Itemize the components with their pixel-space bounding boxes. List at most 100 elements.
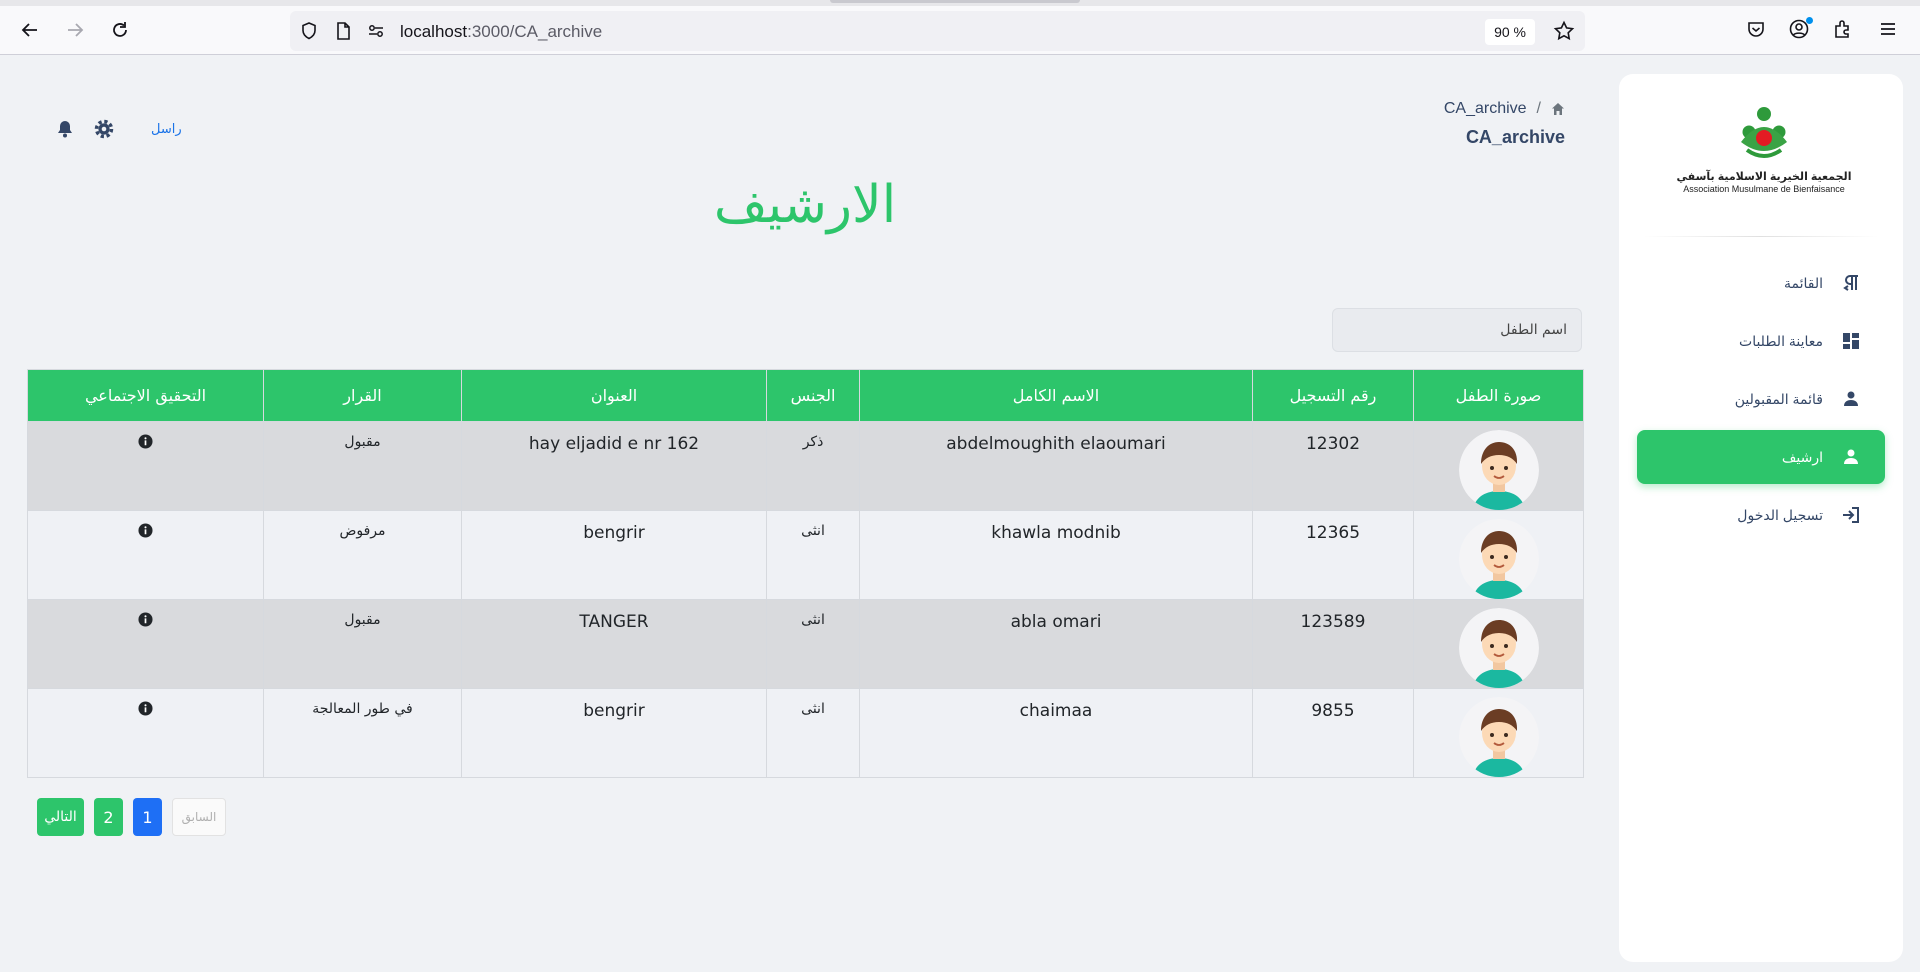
info-icon[interactable] [138, 523, 153, 538]
sidebar-item-requests[interactable]: معاينة الطلبات [1637, 314, 1885, 368]
full-name-cell: abdelmoughith elaoumari [859, 421, 1253, 511]
sidebar-item-menu[interactable]: القائمة [1637, 256, 1885, 310]
gender-cell: انثى [766, 510, 860, 600]
logo-emblem [1741, 107, 1787, 158]
decision-cell: مقبول [263, 421, 462, 511]
social-inquiry-cell [27, 599, 264, 689]
decision-cell: مقبول [263, 599, 462, 689]
page-2-button[interactable]: 2 [94, 798, 123, 836]
sidebar-item-archive[interactable]: ارشيف [1637, 430, 1885, 484]
bookmark-star-icon[interactable] [1553, 20, 1575, 42]
sidebar-item-label: القائمة [1784, 274, 1823, 291]
column-header-photo: صورة الطفل [1413, 369, 1584, 422]
url-path: :3000/CA_archive [467, 22, 603, 41]
next-page-button[interactable]: التالي [37, 798, 84, 836]
address-cell: bengrir [461, 510, 767, 600]
shield-icon[interactable] [299, 21, 319, 41]
breadcrumb-separator: / [1536, 100, 1541, 117]
url-text[interactable]: localhost:3000/CA_archive [400, 22, 602, 42]
column-header-address: العنوان [461, 369, 767, 422]
logo-caption-arabic: الجمعية الخيرية الاسلامية بآسفي [1676, 171, 1852, 183]
notification-dot [1806, 17, 1813, 24]
page-icon[interactable] [333, 21, 353, 41]
home-icon[interactable] [1551, 102, 1565, 116]
table-row: 9855 chaimaa انثى bengrir في طور المعالج… [27, 688, 1584, 778]
sidebar-item-label: معاينة الطلبات [1739, 332, 1823, 349]
back-icon[interactable] [16, 16, 44, 44]
child-avatar [1458, 519, 1539, 599]
column-header-gender: الجنس [766, 369, 860, 422]
reload-icon[interactable] [106, 16, 134, 44]
registration-cell: 123589 [1252, 599, 1414, 689]
page-1-button[interactable]: 1 [133, 798, 162, 836]
sidebar-item-label: تسجيل الدخول [1737, 506, 1823, 523]
gender-cell: ذكر [766, 421, 860, 511]
association-logo[interactable]: الجمعية الخيرية الاسلامية بآسفي Associat… [1669, 102, 1859, 197]
info-icon[interactable] [138, 612, 153, 627]
tab-strip [0, 0, 1920, 6]
table-header-row: صورة الطفل رقم التسجيل الاسم الكامل الجن… [27, 369, 1584, 422]
page-title: الارشيف [713, 175, 897, 235]
decision-cell: في طور المعالجة [263, 688, 462, 778]
person-icon [1841, 389, 1861, 409]
registration-cell: 9855 [1252, 688, 1414, 778]
header-tools: راسل [55, 118, 182, 140]
column-header-decision: القرار [263, 369, 462, 422]
dashboard-icon [1841, 331, 1861, 351]
previous-page-button[interactable]: السابق [172, 798, 226, 836]
info-icon[interactable] [138, 701, 153, 716]
sidebar: الجمعية الخيرية الاسلامية بآسفي Associat… [1619, 74, 1903, 962]
breadcrumb-current: CA_archive [1443, 100, 1527, 117]
page-subtitle: CA_archive [1465, 127, 1565, 147]
zoom-badge[interactable]: 90 % [1485, 19, 1535, 45]
extensions-icon[interactable] [1832, 18, 1856, 42]
child-name-search-input[interactable] [1332, 308, 1582, 352]
browser-toolbar: localhost:3000/CA_archive 90 % [0, 0, 1920, 55]
child-avatar [1458, 697, 1539, 777]
photo-cell [1413, 421, 1584, 511]
login-icon [1841, 505, 1861, 525]
forward-icon[interactable] [61, 16, 89, 44]
registration-cell: 12302 [1252, 421, 1414, 511]
pilcrow-icon [1841, 273, 1861, 293]
pocket-icon[interactable] [1745, 18, 1769, 42]
registration-cell: 12365 [1252, 510, 1414, 600]
bell-icon[interactable] [55, 119, 75, 139]
sidebar-item-login[interactable]: تسجيل الدخول [1637, 488, 1885, 542]
column-header-full-name: الاسم الكامل [859, 369, 1253, 422]
table-row: 12302 abdelmoughith elaoumari ذكر hay el… [27, 421, 1584, 511]
full-name-cell: khawla modnib [859, 510, 1253, 600]
person-icon [1841, 447, 1861, 467]
photo-cell [1413, 510, 1584, 600]
info-icon[interactable] [138, 434, 153, 449]
address-cell: bengrir [461, 688, 767, 778]
address-cell: hay eljadid e nr 162 [461, 421, 767, 511]
table-row: 123589 abla omari انثى TANGER مقبول [27, 599, 1584, 689]
address-cell: TANGER [461, 599, 767, 689]
photo-cell [1413, 599, 1584, 689]
logo-caption-french: Association Musulmane de Bienfaisance [1683, 184, 1845, 194]
tab-hint [830, 0, 1080, 3]
url-bar[interactable]: localhost:3000/CA_archive 90 % [290, 11, 1585, 51]
full-name-cell: chaimaa [859, 688, 1253, 778]
gear-icon[interactable] [93, 118, 115, 140]
column-header-social-inquiry: التحقيق الاجتماعي [27, 369, 264, 422]
table-row: 12365 khawla modnib انثى bengrir مرفوض [27, 510, 1584, 600]
column-header-registration: رقم التسجيل [1252, 369, 1414, 422]
account-icon[interactable] [1788, 17, 1813, 42]
contact-link[interactable]: راسل [151, 121, 182, 137]
pagination: التالي 2 1 السابق [37, 798, 226, 836]
permissions-icon[interactable] [366, 21, 386, 41]
child-avatar [1458, 608, 1539, 688]
social-inquiry-cell [27, 421, 264, 511]
sidebar-divider [1643, 236, 1879, 237]
gender-cell: انثى [766, 599, 860, 689]
sidebar-item-accepted[interactable]: قائمة المقبولين [1637, 372, 1885, 426]
url-host: localhost [400, 22, 468, 41]
social-inquiry-cell [27, 688, 264, 778]
decision-cell: مرفوض [263, 510, 462, 600]
sidebar-item-label: قائمة المقبولين [1734, 390, 1823, 407]
full-name-cell: abla omari [859, 599, 1253, 689]
menu-icon[interactable] [1877, 18, 1901, 42]
breadcrumb: CA_archive / [1444, 100, 1565, 118]
